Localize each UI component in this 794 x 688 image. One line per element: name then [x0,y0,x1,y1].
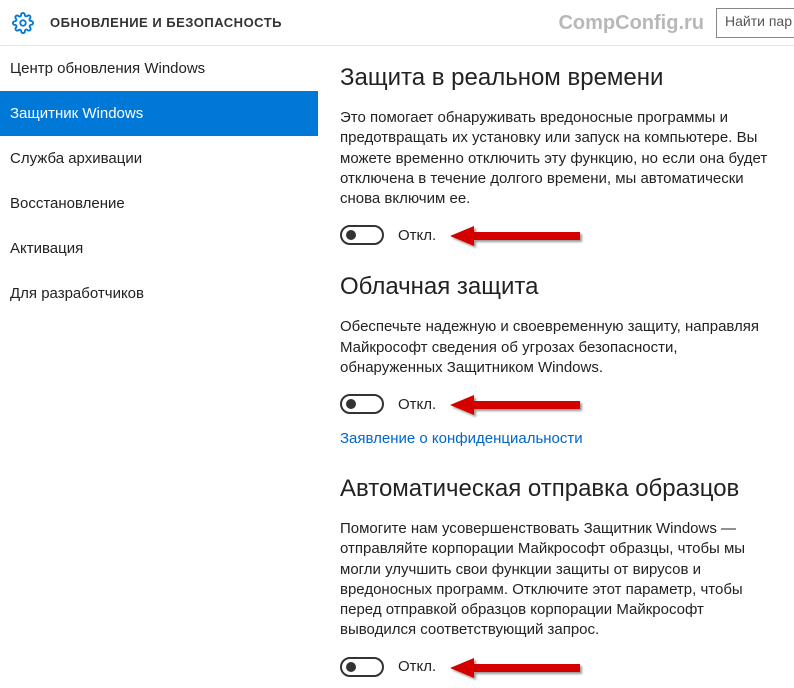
gear-icon [12,12,34,34]
content: Защита в реальном времени Это помогает о… [318,46,794,688]
page-title: ОБНОВЛЕНИЕ И БЕЗОПАСНОСТЬ [50,15,282,30]
toggle-label-realtime: Откл. [398,227,436,244]
toggle-cloud[interactable] [340,394,384,414]
toggle-realtime[interactable] [340,225,384,245]
sidebar-item-defender[interactable]: Защитник Windows [0,91,318,136]
watermark: CompConfig.ru [558,12,704,35]
toggle-label-cloud: Откл. [398,396,436,413]
annotation-arrow-icon [450,392,590,418]
section-title-cloud: Облачная защита [340,273,772,301]
sidebar-item-activation[interactable]: Активация [0,226,318,271]
section-cloud: Облачная защита Обеспечьте надежную и св… [340,273,772,447]
section-desc-cloud: Обеспечьте надежную и своевременную защи… [340,317,770,378]
sidebar-item-developers[interactable]: Для разработчиков [0,271,318,316]
search-input[interactable]: Найти пар [716,8,794,38]
toggle-samples[interactable] [340,657,384,677]
sidebar-item-recovery[interactable]: Восстановление [0,181,318,226]
privacy-link[interactable]: Заявление о конфиденциальности [340,430,583,447]
annotation-arrow-icon [450,223,590,249]
toggle-label-samples: Откл. [398,658,436,675]
sidebar: Центр обновления Windows Защитник Window… [0,46,318,688]
sidebar-item-windows-update[interactable]: Центр обновления Windows [0,46,318,91]
sidebar-item-backup[interactable]: Служба архивации [0,136,318,181]
section-desc-samples: Помогите нам усовершенствовать Защитник … [340,519,770,641]
section-title-samples: Автоматическая отправка образцов [340,475,772,503]
header: ОБНОВЛЕНИЕ И БЕЗОПАСНОСТЬ CompConfig.ru … [0,0,794,46]
section-realtime: Защита в реальном времени Это помогает о… [340,64,772,245]
section-title-realtime: Защита в реальном времени [340,64,772,92]
section-samples: Автоматическая отправка образцов Помогит… [340,475,772,677]
annotation-arrow-icon [450,655,590,681]
section-desc-realtime: Это помогает обнаруживать вредоносные пр… [340,108,770,209]
